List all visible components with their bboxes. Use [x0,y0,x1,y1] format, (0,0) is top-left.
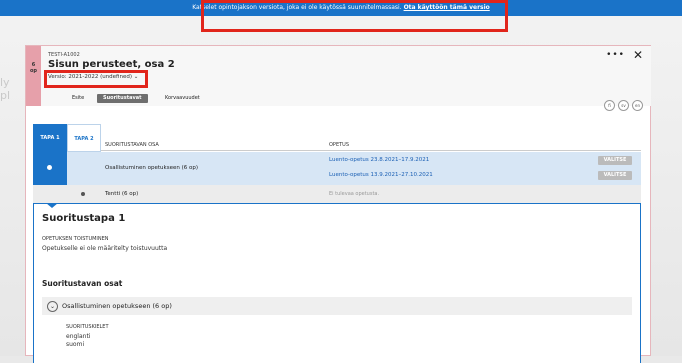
tab-esite[interactable]: Esite [66,94,90,103]
credits-unit: op [29,68,37,74]
language-item: suomi [66,341,85,348]
teaching-link-1[interactable]: Luento-opetus 23.8.2021–17.9.2021 [329,157,429,163]
table-row: Osallistuminen opetukseen (6 op) Luento-… [33,152,641,185]
column-header-teaching: OPETUS [329,142,349,148]
bullet-dot-icon [81,192,85,196]
repeat-label: OPETUKSEN TOISTUMINEN [42,236,109,242]
language-buttons: fi sv en [601,92,643,111]
lang-en-button[interactable]: en [632,100,643,111]
column-header-part: SUORITUSTAVAN OSA [105,142,159,148]
chevron-down-icon: ⌄ [47,301,58,312]
close-icon[interactable]: ✕ [633,48,643,62]
select-button-1[interactable]: VALITSE [598,156,632,165]
selected-dot-icon [47,165,52,170]
no-teaching-text: Ei tulevaa opetusta. [329,191,380,197]
background-partial-text: ly pl [0,76,11,102]
tab-korvaavuudet[interactable]: Korvaavuudet [159,94,206,103]
languages-label: SUORITUSKIELET [66,324,109,330]
lang-fi-button[interactable]: fi [604,100,615,111]
lang-sv-button[interactable]: sv [618,100,629,111]
highlight-box-banner [201,0,508,32]
tab-suoritustavat[interactable]: Suoritustavat [97,94,148,103]
highlight-box-version [44,70,148,88]
repeat-text: Opetukselle ei ole määritelty toistuvuut… [42,245,168,252]
panel-pointer [46,203,58,208]
method-detail-panel: Suoritustapa 1 OPETUKSEN TOISTUMINEN Ope… [33,203,641,363]
course-title: Sisun perusteet, osa 2 [48,59,175,70]
accordion-label: Osallistuminen opetukseen (6 op) [62,302,172,310]
more-icon[interactable]: ••• [606,50,625,60]
select-button-2[interactable]: VALITSE [598,171,632,180]
modal-tabs: Esite Suoritustavat Korvaavuudet fi sv en [41,92,651,111]
credits-badge: 6 op [26,46,41,106]
part-accordion[interactable]: ⌄ Osallistuminen opetukseen (6 op) [42,297,632,315]
part-name: Tentti (6 op) [105,191,139,197]
course-modal: 6 op TESTI-A1002 Sisun perusteet, osa 2 … [25,45,651,363]
header-divider [101,150,641,151]
teaching-link-2[interactable]: Luento-opetus 13.9.2021–27.10.2021 [329,172,433,178]
course-code: TESTI-A1002 [48,52,80,58]
parts-title: Suoritustavan osat [42,279,123,288]
language-item: englanti [66,333,91,340]
tab-tapa-2[interactable]: TAPA 2 [67,124,101,152]
tab-tapa-1[interactable]: TAPA 1 [33,124,67,152]
panel-title: Suoritustapa 1 [42,213,126,224]
part-name: Osallistuminen opetukseen (6 op) [105,165,198,171]
table-row: Tentti (6 op) Ei tulevaa opetusta. [33,185,641,203]
